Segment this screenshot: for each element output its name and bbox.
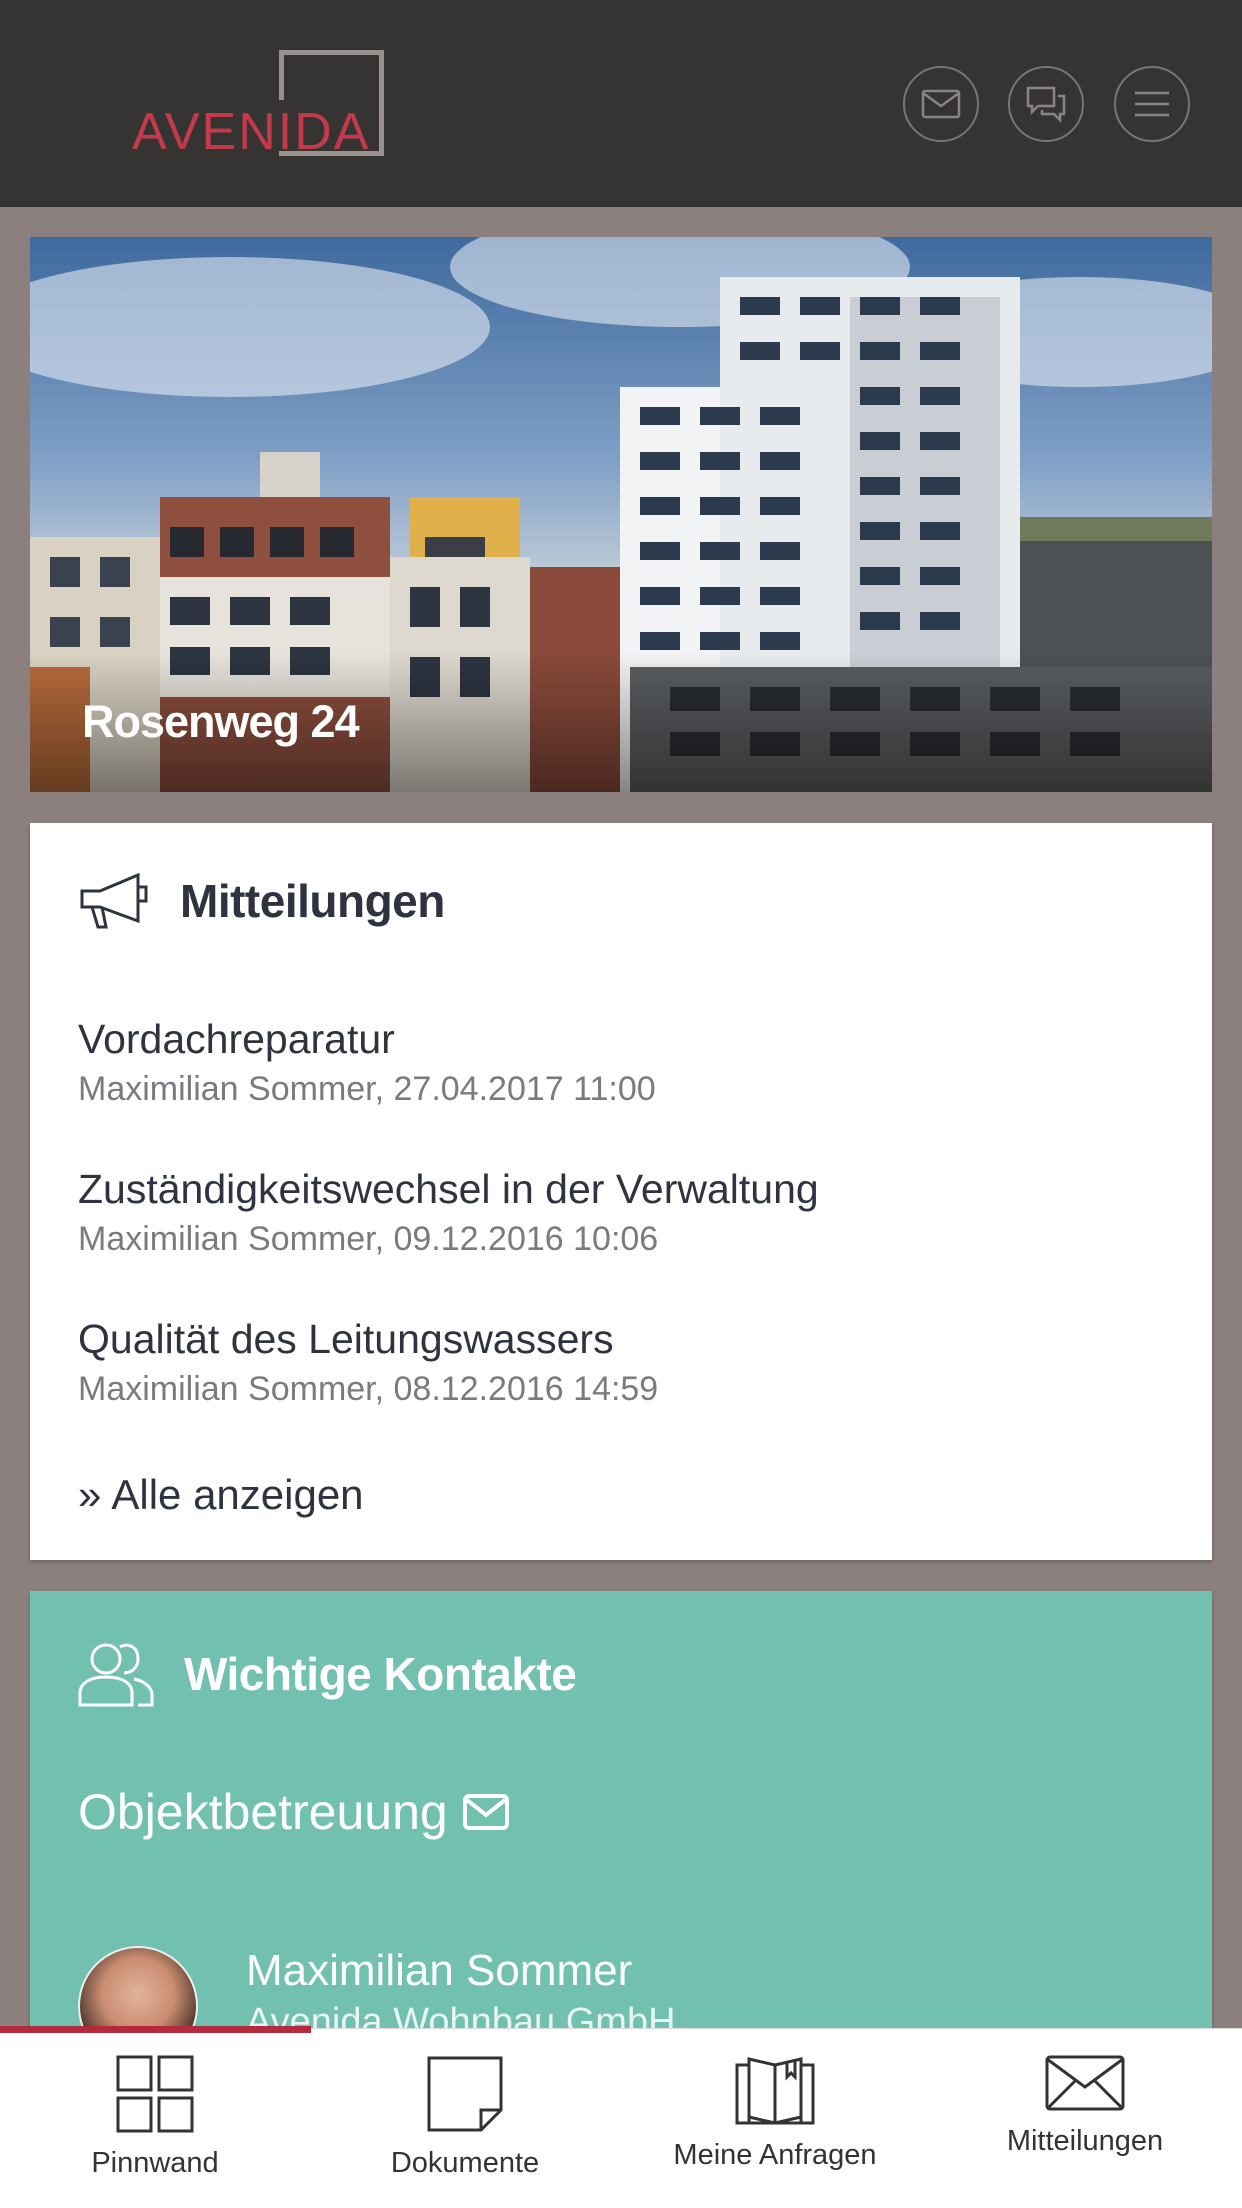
envelope-icon [921, 89, 961, 119]
announcement-subject: Vordachreparatur [78, 1016, 395, 1062]
chat-icon [1026, 86, 1066, 124]
envelope-icon [1045, 2055, 1125, 2111]
announcement-item[interactable]: Zuständigkeitswechsel in der Verwaltung … [78, 1165, 819, 1259]
users-icon [78, 1643, 154, 1707]
megaphone-icon [80, 872, 148, 929]
document-icon [427, 2056, 503, 2132]
tab-label: Mitteilungen [1006, 2125, 1164, 2157]
tab-dokumente[interactable]: Dokumente [310, 2029, 620, 2208]
logo-text: AVENIDA [132, 103, 371, 161]
tab-mitteilungen[interactable]: Mitteilungen [930, 2029, 1240, 2208]
show-all-link[interactable]: » Alle anzeigen [78, 1471, 364, 1519]
contacts-title: Wichtige Kontakte [184, 1648, 577, 1700]
tab-label: Dokumente [390, 2147, 540, 2179]
contact-avatar[interactable] [78, 1946, 198, 2031]
announcements-header: Mitteilungen [78, 871, 445, 931]
show-all-label: Alle anzeigen [111, 1471, 364, 1518]
announcement-meta: Maximilian Sommer, 27.04.2017 11:00 [78, 1070, 656, 1109]
announcements-card: Mitteilungen Vordachreparatur Maximilian… [30, 823, 1212, 1560]
announcement-item[interactable]: Vordachreparatur Maximilian Sommer, 27.0… [78, 1015, 656, 1109]
bottom-tab-bar: Pinnwand Dokumente Meine Anfragen Mittei… [0, 2026, 1242, 2208]
app-header: AVENIDA [0, 0, 1242, 207]
announcement-item[interactable]: Qualität des Leitungswassers Maximilian … [78, 1315, 658, 1409]
chat-button[interactable] [1008, 66, 1084, 142]
contact-name[interactable]: Maximilian Sommer [246, 1946, 632, 1996]
tab-label: Pinnwand [91, 2147, 219, 2179]
menu-icon [1135, 91, 1169, 117]
contacts-header: Wichtige Kontakte [78, 1639, 577, 1709]
announcements-title: Mitteilungen [180, 875, 445, 927]
mail-button[interactable] [903, 66, 979, 142]
menu-button[interactable] [1114, 66, 1190, 142]
property-title: Rosenweg 24 [82, 696, 360, 747]
envelope-icon [462, 1794, 509, 1830]
section-title: Objektbetreuung [78, 1784, 448, 1840]
double-chevron-icon: » [78, 1471, 102, 1518]
folder-icon [735, 2057, 815, 2125]
property-hero[interactable]: Rosenweg 24 [30, 237, 1212, 792]
contacts-card: Wichtige Kontakte Objektbetreuung Maximi… [30, 1591, 1212, 2031]
grid-icon [116, 2055, 194, 2133]
announcement-subject: Zuständigkeitswechsel in der Verwaltung [78, 1166, 819, 1212]
announcement-meta: Maximilian Sommer, 08.12.2016 14:59 [78, 1370, 659, 1409]
announcement-subject: Qualität des Leitungswassers [78, 1316, 614, 1362]
object-management-section[interactable]: Objektbetreuung [78, 1783, 510, 1841]
announcement-meta: Maximilian Sommer, 09.12.2016 10:06 [78, 1220, 659, 1259]
tab-pinnwand[interactable]: Pinnwand [0, 2029, 310, 2208]
avenida-logo[interactable]: AVENIDA [132, 50, 384, 158]
tab-meine-anfragen[interactable]: Meine Anfragen [620, 2029, 930, 2208]
tab-label: Meine Anfragen [673, 2139, 877, 2171]
